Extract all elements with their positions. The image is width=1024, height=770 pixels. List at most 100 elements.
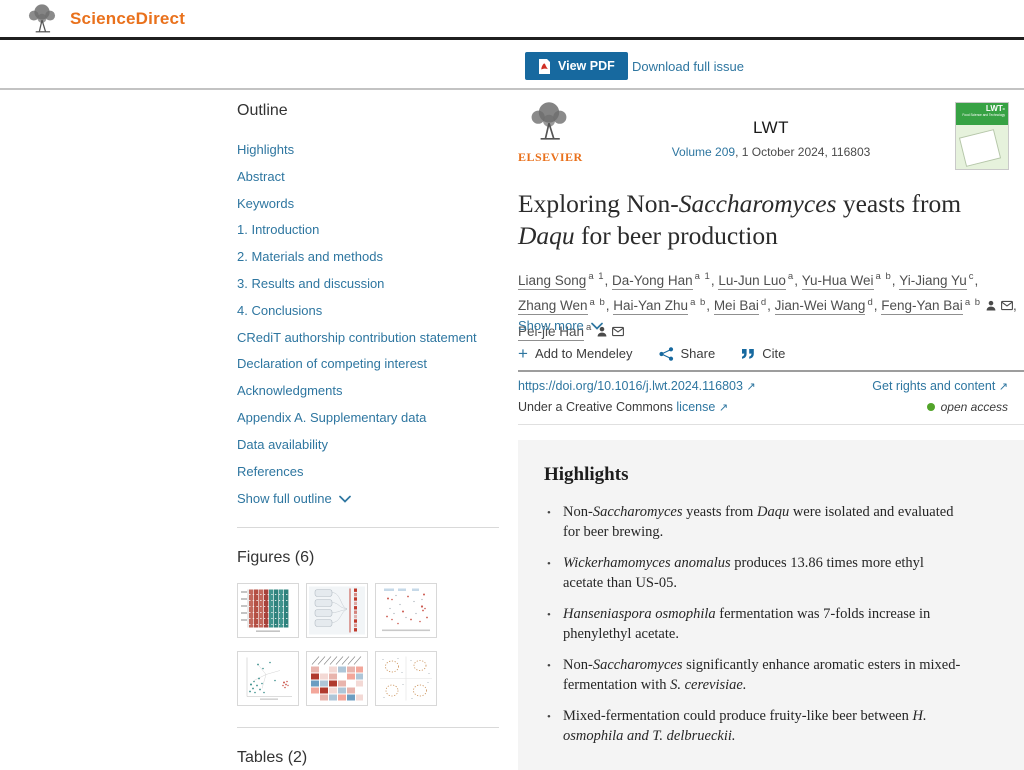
share-button[interactable]: Share bbox=[659, 346, 716, 361]
author-name[interactable]: Mei Bai bbox=[714, 298, 759, 315]
download-full-issue-link[interactable]: Download full issue bbox=[632, 59, 744, 74]
author[interactable]: Hai-Yan Zhua b, bbox=[613, 298, 714, 313]
open-access-badge: open access bbox=[927, 400, 1008, 414]
outline-item-materials-methods[interactable]: 2. Materials and methods bbox=[237, 250, 499, 263]
author[interactable]: Yu-Hua Weia b, bbox=[802, 273, 900, 288]
author[interactable]: Lu-Jun Luoa, bbox=[718, 273, 801, 288]
author-separator: , bbox=[767, 298, 775, 313]
sidebar-divider bbox=[237, 527, 499, 528]
cite-button[interactable]: Cite bbox=[741, 346, 785, 361]
figure-thumbnail-4[interactable] bbox=[237, 651, 299, 706]
add-to-mendeley-label: Add to Mendeley bbox=[535, 346, 633, 361]
share-label: Share bbox=[681, 346, 716, 361]
external-link-arrow-icon: ↗ bbox=[719, 402, 728, 414]
figure-thumbnail-2[interactable] bbox=[306, 583, 368, 638]
outline-item-competing-interest[interactable]: Declaration of competing interest bbox=[237, 357, 499, 370]
journal-cover-thumbnail[interactable]: LWT- Food Science and Technology bbox=[955, 102, 1009, 170]
highlight-item: Non-Saccharomyces significantly enhance … bbox=[563, 656, 965, 695]
share-icon bbox=[659, 347, 674, 361]
author-name[interactable]: Zhang Wen bbox=[518, 298, 588, 315]
elsevier-tree-logo-icon bbox=[24, 3, 60, 35]
outline-item-conclusions[interactable]: 4. Conclusions bbox=[237, 304, 499, 317]
show-more-button[interactable]: Show more bbox=[518, 318, 603, 333]
author-separator: , bbox=[1013, 298, 1017, 313]
open-access-label: open access bbox=[941, 400, 1008, 414]
pdf-toolbar: View PDF Download full issue bbox=[0, 40, 1024, 90]
sciencedirect-logo[interactable]: ScienceDirect bbox=[70, 9, 185, 29]
license-row: Under a Creative Commons license ↗ open … bbox=[518, 400, 1024, 414]
journal-banner: ELSEVIER LWT Volume 209, 1 October 2024,… bbox=[518, 100, 1024, 170]
open-access-dot-icon bbox=[927, 403, 935, 411]
journal-cover-band: LWT- Food Science and Technology bbox=[956, 103, 1008, 125]
figure-thumbnail-6[interactable] bbox=[375, 651, 437, 706]
elsevier-tree-icon bbox=[525, 100, 573, 144]
author-name[interactable]: Liang Song bbox=[518, 273, 586, 290]
author-name[interactable]: Da-Yong Han bbox=[612, 273, 693, 290]
doi-link[interactable]: https://doi.org/10.1016/j.lwt.2024.11680… bbox=[518, 379, 756, 393]
author-separator: , bbox=[706, 298, 714, 313]
journal-title-link[interactable]: LWT bbox=[638, 118, 904, 138]
license-link[interactable]: license ↗ bbox=[676, 400, 728, 414]
journal-cover-graphic bbox=[959, 129, 1001, 167]
outline-item-keywords[interactable]: Keywords bbox=[237, 197, 499, 210]
get-rights-link[interactable]: Get rights and content ↗ bbox=[872, 379, 1008, 393]
show-more-label: Show more bbox=[518, 318, 584, 333]
show-full-outline-label: Show full outline bbox=[237, 491, 332, 506]
author[interactable]: Da-Yong Hana 1, bbox=[612, 273, 718, 288]
author-name[interactable]: Yi-Jiang Yu bbox=[899, 273, 967, 290]
outline-item-acknowledgments[interactable]: Acknowledgments bbox=[237, 384, 499, 397]
author[interactable]: Mei Baid, bbox=[714, 298, 775, 313]
sidebar-divider-2 bbox=[237, 727, 499, 728]
quote-icon bbox=[741, 348, 755, 360]
author[interactable]: Jian-Wei Wangd, bbox=[775, 298, 882, 313]
author-affiliation-sup: a b bbox=[590, 297, 606, 308]
outline-item-credit-statement[interactable]: CRediT authorship contribution statement bbox=[237, 331, 499, 344]
journal-cover-body bbox=[956, 125, 1008, 169]
author-separator: , bbox=[794, 273, 802, 288]
outline-item-highlights[interactable]: Highlights bbox=[237, 143, 499, 156]
author-name[interactable]: Yu-Hua Wei bbox=[802, 273, 874, 290]
outline-title: Outline bbox=[237, 102, 499, 120]
author-name[interactable]: Feng-Yan Bai bbox=[881, 298, 963, 315]
author-name[interactable]: Jian-Wei Wang bbox=[775, 298, 866, 315]
figure-thumbnail-1[interactable] bbox=[237, 583, 299, 638]
divider bbox=[518, 424, 1024, 425]
outline-item-results-discussion[interactable]: 3. Results and discussion bbox=[237, 277, 499, 290]
show-full-outline-button[interactable]: Show full outline bbox=[237, 491, 499, 506]
journal-cover-subtitle: Food Science and Technology bbox=[956, 113, 1005, 117]
elsevier-logo[interactable]: ELSEVIER bbox=[518, 100, 580, 165]
figure-thumbnail-5[interactable] bbox=[306, 651, 368, 706]
author[interactable]: Liang Songa 1, bbox=[518, 273, 612, 288]
highlight-item: Mixed-fermentation could produce fruity-… bbox=[563, 707, 965, 746]
chevron-down-icon bbox=[339, 495, 351, 503]
envelope-icon bbox=[1001, 300, 1013, 311]
add-to-mendeley-button[interactable]: + Add to Mendeley bbox=[518, 346, 633, 361]
journal-issue-line: Volume 209, 1 October 2024, 116803 bbox=[638, 145, 904, 159]
outline-item-abstract[interactable]: Abstract bbox=[237, 170, 499, 183]
license-text: Under a Creative Commons license ↗ bbox=[518, 400, 728, 414]
author-separator: , bbox=[605, 273, 613, 288]
doi-row: https://doi.org/10.1016/j.lwt.2024.11680… bbox=[518, 379, 1024, 393]
envelope-icon bbox=[612, 326, 624, 337]
outline-item-introduction[interactable]: 1. Introduction bbox=[237, 223, 499, 236]
author[interactable]: Feng-Yan Baia b, bbox=[881, 298, 1017, 313]
view-pdf-button[interactable]: View PDF bbox=[525, 52, 628, 80]
article-title: Exploring Non-Saccharomyces yeasts from … bbox=[518, 188, 996, 252]
outline-item-data-availability[interactable]: Data availability bbox=[237, 438, 499, 451]
author-icons bbox=[981, 298, 1013, 313]
divider bbox=[518, 370, 1024, 372]
figure-thumbnail-3[interactable] bbox=[375, 583, 437, 638]
highlight-item: Non-Saccharomyces yeasts from Daqu were … bbox=[563, 503, 965, 542]
author-name[interactable]: Lu-Jun Luo bbox=[718, 273, 786, 290]
outline-item-references[interactable]: References bbox=[237, 465, 499, 478]
author[interactable]: Yi-Jiang Yuc, bbox=[899, 273, 978, 288]
author-name[interactable]: Hai-Yan Zhu bbox=[613, 298, 688, 315]
volume-link[interactable]: Volume 209 bbox=[672, 145, 735, 159]
journal-cover-title: LWT- bbox=[956, 105, 1005, 113]
elsevier-wordmark: ELSEVIER bbox=[518, 150, 580, 165]
external-link-arrow-icon: ↗ bbox=[999, 381, 1008, 393]
author[interactable]: Zhang Wena b, bbox=[518, 298, 613, 313]
outline-item-appendix[interactable]: Appendix A. Supplementary data bbox=[237, 411, 499, 424]
author-affiliation-sup: a b bbox=[876, 271, 892, 282]
highlights-section: Highlights Non-Saccharomyces yeasts from… bbox=[518, 440, 1024, 770]
